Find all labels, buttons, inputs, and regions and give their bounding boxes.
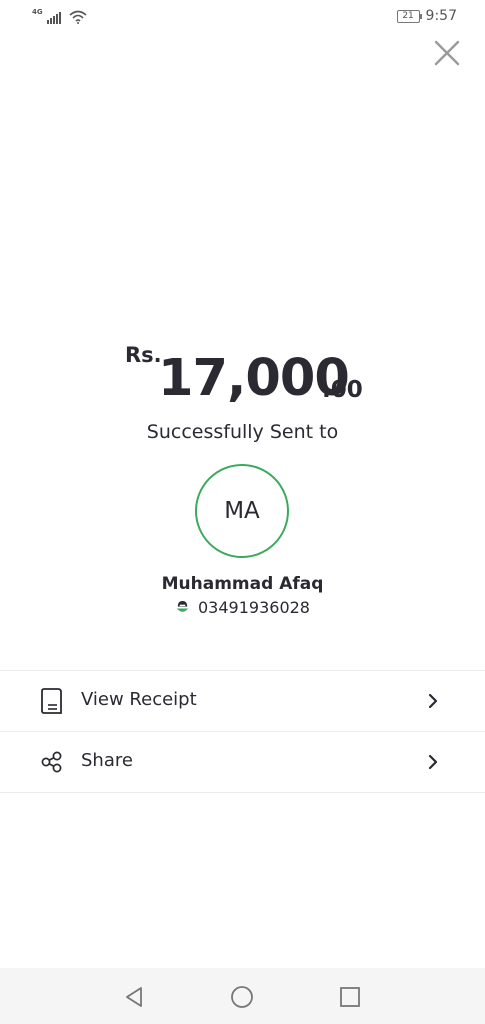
receipt-icon [41,688,62,714]
share-row[interactable]: Share [0,731,485,793]
success-message: Successfully Sent to [146,421,339,443]
wifi-icon [69,10,87,24]
back-icon[interactable] [122,985,146,1009]
close-icon [434,40,460,66]
status-bar: 4G 21 9:57 [0,0,485,36]
battery-icon: 21 [396,9,422,23]
currency-label: Rs. [125,343,162,367]
home-icon[interactable] [230,985,254,1009]
status-left: 4G [32,9,87,24]
share-label: Share [81,750,133,771]
amount-display: Rs. 17,000 .00 [0,335,485,415]
network-type: 4G [32,8,43,16]
chevron-right-icon [428,754,438,770]
recipient-name: Muhammad Afaq [161,574,324,594]
close-button[interactable] [432,38,462,68]
view-receipt-label: View Receipt [81,689,197,710]
easypaisa-logo-icon [176,600,189,612]
recipient-phone-row: 03491936028 [0,598,485,617]
status-right: 21 9:57 [396,8,457,24]
share-icon [41,751,62,773]
recents-icon[interactable] [338,985,362,1009]
view-receipt-row[interactable]: View Receipt [0,670,485,731]
avatar-initials: MA [224,498,260,524]
status-time: 9:57 [425,8,457,24]
signal-icon [46,12,61,24]
chevron-right-icon [428,693,438,709]
system-nav-bar [0,968,485,1024]
amount-whole: 17,000 [158,349,350,408]
amount-decimal: .00 [322,377,363,403]
recipient-avatar: MA [195,464,289,558]
recipient-phone: 03491936028 [198,598,310,617]
